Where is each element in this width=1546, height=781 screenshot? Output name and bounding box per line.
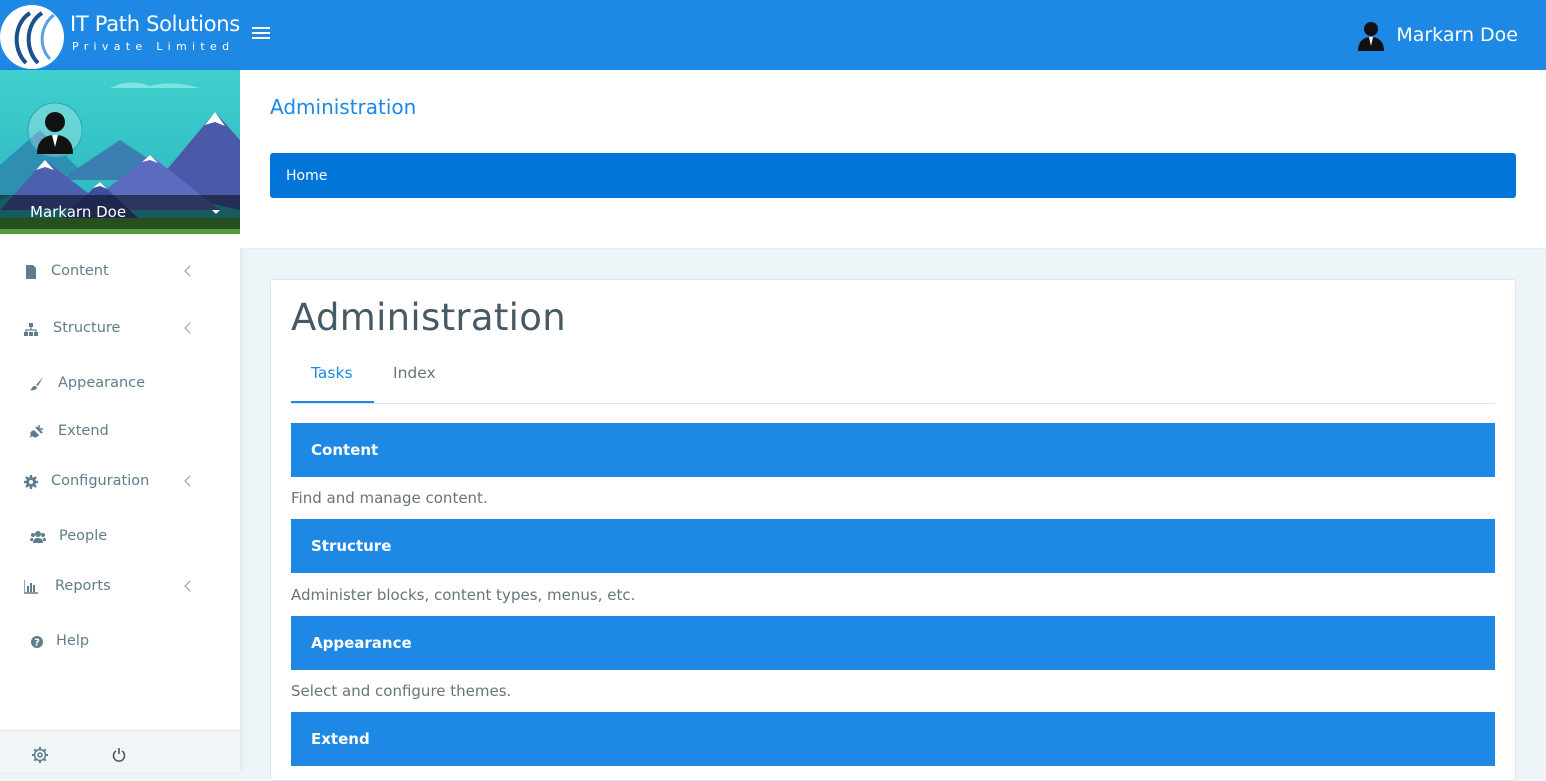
section-title: Content xyxy=(311,441,379,459)
question-circle-icon: ? xyxy=(31,636,43,649)
section-content-header[interactable]: Content xyxy=(291,423,1495,477)
active-tab-indicator xyxy=(291,401,374,403)
sidebar-item-label: People xyxy=(59,528,108,544)
sidebar-item-content[interactable]: Content xyxy=(0,252,240,292)
section-title: Structure xyxy=(311,537,392,555)
section-structure-header[interactable]: Structure xyxy=(291,519,1495,573)
page-title: Administration xyxy=(270,95,417,119)
sidebar-item-structure[interactable]: Structure xyxy=(0,309,240,349)
sidebar-item-configuration[interactable]: Configuration xyxy=(0,462,240,502)
breadcrumb: Home xyxy=(270,153,1516,198)
brand-logo[interactable]: IT Path Solutions Private Limited xyxy=(0,0,240,70)
power-icon[interactable] xyxy=(112,748,126,762)
user-profile-panel: Markarn Doe xyxy=(0,70,240,234)
section-title: Extend xyxy=(311,730,370,748)
brand-title: IT Path Solutions xyxy=(70,12,240,36)
sidebar-item-label: Extend xyxy=(58,423,109,439)
hamburger-icon[interactable] xyxy=(252,24,272,44)
sidebar-item-appearance[interactable]: Appearance xyxy=(0,364,240,404)
caret-down-icon xyxy=(212,210,220,214)
sidebar-item-label: Reports xyxy=(55,578,111,594)
section-appearance-header[interactable]: Appearance xyxy=(291,616,1495,670)
section-description: Find and manage content. xyxy=(291,489,488,507)
section-extend-header[interactable]: Extend xyxy=(291,712,1495,766)
top-user-name: Markarn Doe xyxy=(1396,24,1518,46)
section-description: Administer blocks, content types, menus,… xyxy=(291,586,636,604)
document-icon xyxy=(26,265,36,279)
gear-icon xyxy=(24,475,38,489)
tab-tasks[interactable]: Tasks xyxy=(311,364,353,382)
admin-card: Administration Tasks Index Content Find … xyxy=(270,279,1516,781)
sidebar-item-label: Help xyxy=(56,633,90,649)
breadcrumb-home-link[interactable]: Home xyxy=(286,168,327,184)
section-title: Appearance xyxy=(311,634,412,652)
chevron-left-icon xyxy=(184,265,196,277)
profile-avatar-icon[interactable] xyxy=(27,102,83,158)
top-header: IT Path Solutions Private Limited Markar… xyxy=(0,0,1546,70)
sidebar: Markarn Doe Content Structure Appearance xyxy=(0,70,240,772)
sidebar-item-label: Content xyxy=(51,263,109,279)
chevron-left-icon xyxy=(184,475,196,487)
sidebar-item-label: Configuration xyxy=(51,473,150,489)
sidebar-item-extend[interactable]: Extend xyxy=(0,412,240,452)
sidebar-item-label: Appearance xyxy=(58,375,146,391)
settings-icon[interactable] xyxy=(31,746,49,764)
users-icon xyxy=(30,531,46,543)
sitemap-icon xyxy=(24,323,38,336)
tab-bar: Tasks Index xyxy=(291,358,1495,404)
profile-name: Markarn Doe xyxy=(30,203,127,221)
card-title: Administration xyxy=(291,296,566,339)
chevron-left-icon xyxy=(184,322,196,334)
profile-name-dropdown[interactable]: Markarn Doe xyxy=(0,195,240,229)
tab-index[interactable]: Index xyxy=(393,364,436,382)
page-header: Administration Home xyxy=(240,70,1546,249)
top-user-menu[interactable]: Markarn Doe xyxy=(1356,18,1518,52)
sidebar-item-label: Structure xyxy=(53,320,121,336)
sidebar-item-help[interactable]: ? Help xyxy=(0,622,240,662)
chevron-left-icon xyxy=(184,580,196,592)
sidebar-item-people[interactable]: People xyxy=(0,517,240,557)
paintbrush-icon xyxy=(30,377,43,391)
svg-text:?: ? xyxy=(34,638,40,649)
bar-chart-icon xyxy=(24,580,38,594)
brand-subtitle: Private Limited xyxy=(72,40,235,53)
logo-mark-icon xyxy=(0,5,64,69)
sidebar-footer xyxy=(0,730,240,772)
sidebar-item-reports[interactable]: Reports xyxy=(0,567,240,607)
user-avatar-icon xyxy=(1358,22,1385,51)
plug-icon xyxy=(30,425,43,438)
section-description: Select and configure themes. xyxy=(291,682,512,700)
